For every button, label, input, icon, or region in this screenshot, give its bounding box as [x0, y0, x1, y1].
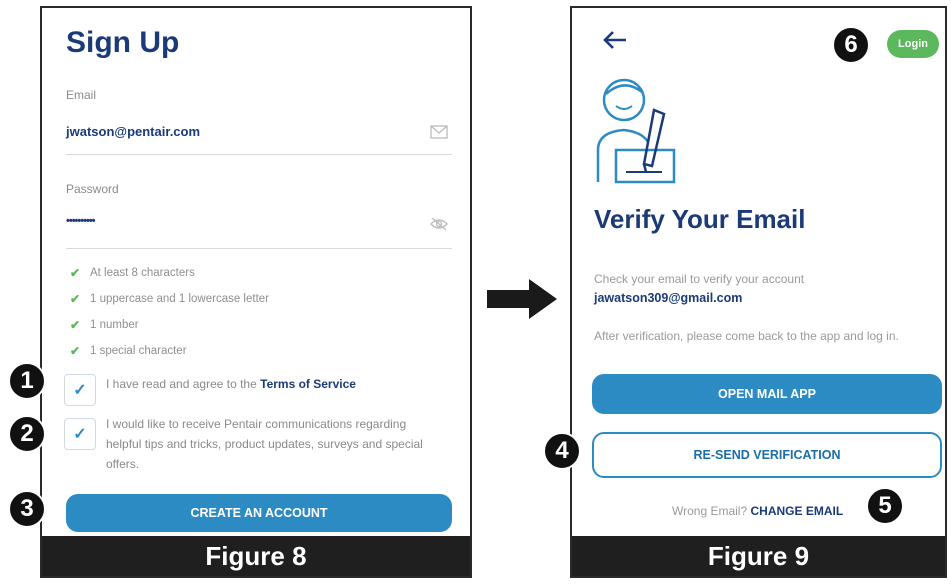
open-mail-app-button[interactable]: OPEN MAIL APP	[592, 374, 942, 414]
callout-3: 3	[8, 490, 46, 528]
terms-checkbox[interactable]: ✓	[64, 374, 96, 406]
figure-caption: Figure 9	[572, 536, 945, 576]
password-underline	[66, 248, 452, 249]
create-account-button[interactable]: CREATE AN ACCOUNT	[66, 494, 452, 532]
requirement-item: ✔ 1 special character	[70, 344, 187, 358]
figure-caption: Figure 8	[42, 536, 470, 576]
check-email-text: Check your email to verify your account	[594, 272, 805, 286]
callout-6: 6	[832, 26, 870, 64]
communications-checkbox[interactable]: ✓	[64, 418, 96, 450]
check-icon: ✔	[70, 318, 81, 332]
password-field[interactable]: ••••••••••	[66, 215, 95, 227]
check-icon: ✔	[70, 292, 81, 306]
requirement-item: ✔ At least 8 characters	[70, 266, 195, 280]
terms-of-service-link[interactable]: Terms of Service	[260, 377, 356, 391]
callout-5: 5	[866, 487, 904, 525]
page-title: Verify Your Email	[594, 204, 806, 234]
resend-verification-button[interactable]: RE-SEND VERIFICATION	[592, 432, 942, 478]
check-icon: ✔	[70, 344, 81, 358]
callout-4: 4	[543, 432, 581, 470]
eye-hidden-icon[interactable]	[430, 217, 448, 231]
communications-text: I would like to receive Pentair communic…	[106, 417, 423, 471]
login-button[interactable]: Login	[887, 30, 939, 58]
requirement-item: ✔ 1 number	[70, 318, 139, 332]
callout-1: 1	[8, 362, 46, 400]
email-field[interactable]: jwatson@pentair.com	[66, 124, 200, 139]
change-email-link[interactable]: CHANGE EMAIL	[750, 504, 843, 518]
right-arrow-icon	[487, 279, 557, 319]
after-verification-text: After verification, please come back to …	[594, 329, 899, 343]
email-label: Email	[66, 88, 97, 102]
password-label: Password	[66, 182, 119, 196]
terms-text: I have read and agree to the Terms of Se…	[106, 377, 356, 391]
change-email-row: Wrong Email? CHANGE EMAIL	[672, 504, 844, 518]
page-title: Sign Up	[66, 26, 180, 59]
verification-email: jawatson309@gmail.com	[594, 291, 743, 305]
figure-8-panel: Sign Up Email jwatson@pentair.com Passwo…	[40, 6, 472, 578]
callout-2: 2	[8, 415, 46, 453]
envelope-icon	[430, 125, 448, 139]
email-underline	[66, 154, 452, 155]
requirement-item: ✔ 1 uppercase and 1 lowercase letter	[70, 292, 269, 306]
person-writing-icon	[596, 78, 676, 184]
check-icon: ✔	[70, 266, 81, 280]
back-arrow-icon[interactable]	[602, 30, 628, 50]
